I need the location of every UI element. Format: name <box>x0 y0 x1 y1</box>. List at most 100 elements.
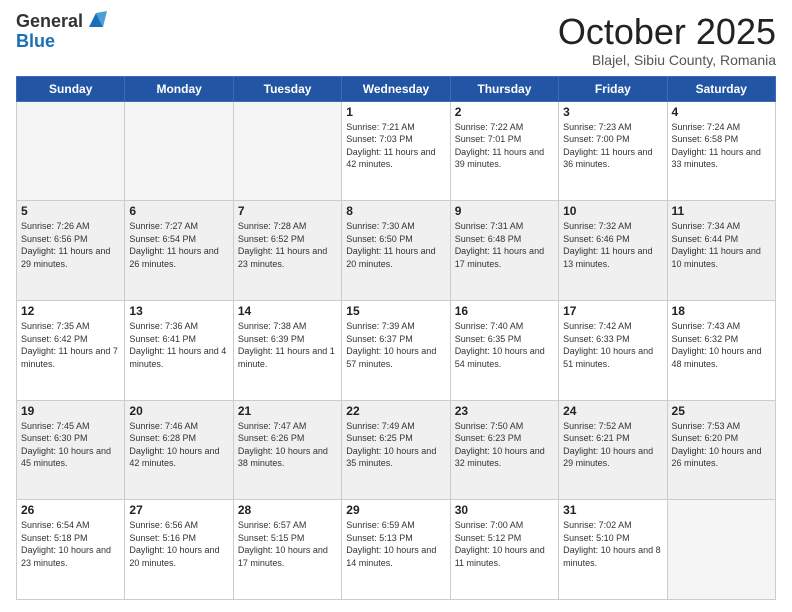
calendar-title: October 2025 <box>558 12 776 52</box>
week-row-4: 19 Sunrise: 7:45 AMSunset: 6:30 PMDayligh… <box>17 400 776 500</box>
day-number: 13 <box>129 304 228 318</box>
day-info: Sunrise: 7:49 AMSunset: 6:25 PMDaylight:… <box>346 420 445 470</box>
logo: General Blue <box>16 12 107 52</box>
day-cell: 5 Sunrise: 7:26 AMSunset: 6:56 PMDaylight… <box>17 201 125 301</box>
day-info: Sunrise: 7:46 AMSunset: 6:28 PMDaylight:… <box>129 420 228 470</box>
day-number: 2 <box>455 105 554 119</box>
day-cell: 8 Sunrise: 7:30 AMSunset: 6:50 PMDaylight… <box>342 201 450 301</box>
day-number: 30 <box>455 503 554 517</box>
day-cell: 27 Sunrise: 6:56 AMSunset: 5:16 PMDayligh… <box>125 500 233 600</box>
day-cell: 11 Sunrise: 7:34 AMSunset: 6:44 PMDayligh… <box>667 201 775 301</box>
day-info: Sunrise: 6:59 AMSunset: 5:13 PMDaylight:… <box>346 519 445 569</box>
day-cell <box>233 101 341 201</box>
week-row-3: 12 Sunrise: 7:35 AMSunset: 6:42 PMDayligh… <box>17 300 776 400</box>
day-number: 9 <box>455 204 554 218</box>
day-info: Sunrise: 7:35 AMSunset: 6:42 PMDaylight:… <box>21 320 120 370</box>
day-number: 31 <box>563 503 662 517</box>
day-info: Sunrise: 7:32 AMSunset: 6:46 PMDaylight:… <box>563 220 662 270</box>
day-cell: 3Sunrise: 7:23 AMSunset: 7:00 PMDaylight… <box>559 101 667 201</box>
day-cell: 15Sunrise: 7:39 AMSunset: 6:37 PMDayligh… <box>342 300 450 400</box>
day-number: 4 <box>672 105 771 119</box>
day-cell <box>667 500 775 600</box>
day-cell: 2Sunrise: 7:22 AMSunset: 7:01 PMDaylight… <box>450 101 558 201</box>
day-info: Sunrise: 7:21 AMSunset: 7:03 PMDaylight:… <box>346 121 445 171</box>
day-cell: 12 Sunrise: 7:35 AMSunset: 6:42 PMDayligh… <box>17 300 125 400</box>
day-info: Sunrise: 7:00 AMSunset: 5:12 PMDaylight:… <box>455 519 554 569</box>
day-cell: 25 Sunrise: 7:53 AMSunset: 6:20 PMDayligh… <box>667 400 775 500</box>
day-cell: 14 Sunrise: 7:38 AMSunset: 6:39 PMDayligh… <box>233 300 341 400</box>
day-cell: 31Sunrise: 7:02 AMSunset: 5:10 PMDayligh… <box>559 500 667 600</box>
week-row-1: 1Sunrise: 7:21 AMSunset: 7:03 PMDaylight… <box>17 101 776 201</box>
header-row: SundayMondayTuesdayWednesdayThursdayFrid… <box>17 76 776 101</box>
day-header-thursday: Thursday <box>450 76 558 101</box>
day-header-wednesday: Wednesday <box>342 76 450 101</box>
logo-general: General <box>16 12 83 32</box>
day-info: Sunrise: 7:45 AMSunset: 6:30 PMDaylight:… <box>21 420 120 470</box>
day-cell <box>17 101 125 201</box>
day-number: 21 <box>238 404 337 418</box>
day-info: Sunrise: 7:50 AMSunset: 6:23 PMDaylight:… <box>455 420 554 470</box>
day-info: Sunrise: 7:47 AMSunset: 6:26 PMDaylight:… <box>238 420 337 470</box>
day-number: 3 <box>563 105 662 119</box>
day-number: 22 <box>346 404 445 418</box>
day-cell: 24Sunrise: 7:52 AMSunset: 6:21 PMDayligh… <box>559 400 667 500</box>
day-cell: 7 Sunrise: 7:28 AMSunset: 6:52 PMDaylight… <box>233 201 341 301</box>
day-cell: 22 Sunrise: 7:49 AMSunset: 6:25 PMDayligh… <box>342 400 450 500</box>
day-cell: 10Sunrise: 7:32 AMSunset: 6:46 PMDayligh… <box>559 201 667 301</box>
day-cell: 18Sunrise: 7:43 AMSunset: 6:32 PMDayligh… <box>667 300 775 400</box>
day-cell: 30 Sunrise: 7:00 AMSunset: 5:12 PMDayligh… <box>450 500 558 600</box>
logo-blue: Blue <box>16 31 55 51</box>
day-cell: 1Sunrise: 7:21 AMSunset: 7:03 PMDaylight… <box>342 101 450 201</box>
day-cell: 19 Sunrise: 7:45 AMSunset: 6:30 PMDayligh… <box>17 400 125 500</box>
day-number: 28 <box>238 503 337 517</box>
day-number: 5 <box>21 204 120 218</box>
day-cell: 29 Sunrise: 6:59 AMSunset: 5:13 PMDayligh… <box>342 500 450 600</box>
day-info: Sunrise: 7:53 AMSunset: 6:20 PMDaylight:… <box>672 420 771 470</box>
day-cell: 16Sunrise: 7:40 AMSunset: 6:35 PMDayligh… <box>450 300 558 400</box>
day-header-tuesday: Tuesday <box>233 76 341 101</box>
day-header-saturday: Saturday <box>667 76 775 101</box>
day-info: Sunrise: 7:38 AMSunset: 6:39 PMDaylight:… <box>238 320 337 370</box>
week-row-2: 5 Sunrise: 7:26 AMSunset: 6:56 PMDaylight… <box>17 201 776 301</box>
day-number: 27 <box>129 503 228 517</box>
day-cell: 20 Sunrise: 7:46 AMSunset: 6:28 PMDayligh… <box>125 400 233 500</box>
day-number: 7 <box>238 204 337 218</box>
day-cell: 6Sunrise: 7:27 AMSunset: 6:54 PMDaylight… <box>125 201 233 301</box>
day-cell: 13 Sunrise: 7:36 AMSunset: 6:41 PMDayligh… <box>125 300 233 400</box>
day-number: 8 <box>346 204 445 218</box>
day-info: Sunrise: 7:52 AMSunset: 6:21 PMDaylight:… <box>563 420 662 470</box>
calendar-table: SundayMondayTuesdayWednesdayThursdayFrid… <box>16 76 776 600</box>
day-info: Sunrise: 7:27 AMSunset: 6:54 PMDaylight:… <box>129 220 228 270</box>
day-info: Sunrise: 7:34 AMSunset: 6:44 PMDaylight:… <box>672 220 771 270</box>
day-info: Sunrise: 7:24 AMSunset: 6:58 PMDaylight:… <box>672 121 771 171</box>
day-info: Sunrise: 7:39 AMSunset: 6:37 PMDaylight:… <box>346 320 445 370</box>
page: General Blue October 2025 Blajel, Sibiu … <box>0 0 792 612</box>
day-info: Sunrise: 7:26 AMSunset: 6:56 PMDaylight:… <box>21 220 120 270</box>
day-cell: 17Sunrise: 7:42 AMSunset: 6:33 PMDayligh… <box>559 300 667 400</box>
day-number: 19 <box>21 404 120 418</box>
day-info: Sunrise: 7:36 AMSunset: 6:41 PMDaylight:… <box>129 320 228 370</box>
day-cell <box>125 101 233 201</box>
day-cell: 28 Sunrise: 6:57 AMSunset: 5:15 PMDayligh… <box>233 500 341 600</box>
day-info: Sunrise: 7:43 AMSunset: 6:32 PMDaylight:… <box>672 320 771 370</box>
day-info: Sunrise: 7:40 AMSunset: 6:35 PMDaylight:… <box>455 320 554 370</box>
day-number: 23 <box>455 404 554 418</box>
day-cell: 9Sunrise: 7:31 AMSunset: 6:48 PMDaylight… <box>450 201 558 301</box>
day-header-friday: Friday <box>559 76 667 101</box>
day-number: 11 <box>672 204 771 218</box>
day-info: Sunrise: 7:30 AMSunset: 6:50 PMDaylight:… <box>346 220 445 270</box>
day-number: 14 <box>238 304 337 318</box>
day-number: 12 <box>21 304 120 318</box>
week-row-5: 26Sunrise: 6:54 AMSunset: 5:18 PMDayligh… <box>17 500 776 600</box>
day-info: Sunrise: 6:57 AMSunset: 5:15 PMDaylight:… <box>238 519 337 569</box>
logo-icon <box>85 9 107 31</box>
day-number: 25 <box>672 404 771 418</box>
day-info: Sunrise: 6:54 AMSunset: 5:18 PMDaylight:… <box>21 519 120 569</box>
title-block: October 2025 Blajel, Sibiu County, Roman… <box>558 12 776 68</box>
day-info: Sunrise: 6:56 AMSunset: 5:16 PMDaylight:… <box>129 519 228 569</box>
day-info: Sunrise: 7:42 AMSunset: 6:33 PMDaylight:… <box>563 320 662 370</box>
day-number: 20 <box>129 404 228 418</box>
day-number: 29 <box>346 503 445 517</box>
day-cell: 26Sunrise: 6:54 AMSunset: 5:18 PMDayligh… <box>17 500 125 600</box>
day-info: Sunrise: 7:28 AMSunset: 6:52 PMDaylight:… <box>238 220 337 270</box>
